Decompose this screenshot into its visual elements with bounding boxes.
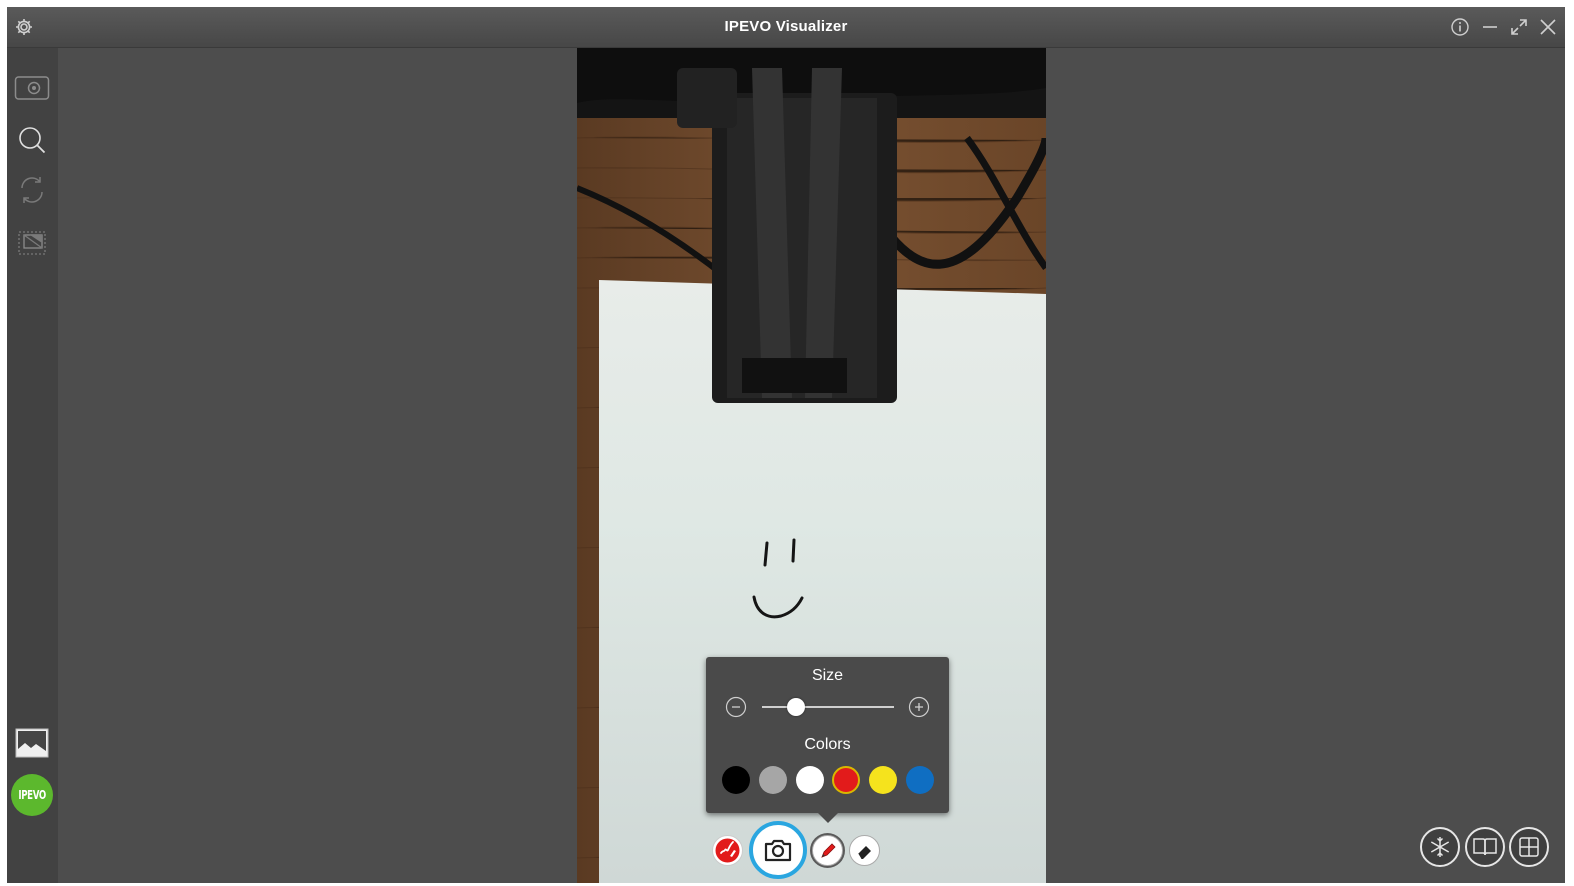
info-icon[interactable] [1448,15,1472,39]
annotation-mode-icon[interactable] [712,835,743,866]
gallery-image-icon[interactable] [14,725,50,761]
color-swatch-white[interactable] [795,766,824,794]
ipevo-logo-text: IPEVO [18,788,46,802]
pen-tool-button[interactable] [812,835,843,866]
zoom-magnifier-icon[interactable] [14,122,50,158]
capture-camera-button[interactable] [749,821,807,879]
color-swatch-gray[interactable] [758,766,787,794]
book-mode-button[interactable] [1465,827,1505,867]
size-slider-track [762,706,894,708]
color-swatch-black[interactable] [722,766,750,794]
minimize-icon[interactable] [1478,15,1502,39]
eraser-icon [857,845,871,859]
camera-source-icon[interactable] [14,70,50,106]
eraser-tool-button[interactable] [849,835,880,866]
app-window: IPEVO Visualizer IPEVO Size Colors [7,7,1565,883]
color-swatch-blue[interactable] [906,766,934,794]
size-slider-thumb[interactable] [787,698,805,716]
open-book-icon [1473,838,1497,856]
camera-icon [764,839,792,862]
size-decrease-icon[interactable] [725,696,747,718]
color-swatch-red[interactable] [832,766,861,794]
sidebar: IPEVO [7,48,58,883]
size-increase-icon[interactable] [908,696,930,718]
size-heading: Size [811,667,844,684]
pen-icon [820,842,836,858]
color-swatch-yellow[interactable] [869,766,898,794]
rotate-icon[interactable] [14,172,50,208]
ipevo-logo[interactable]: IPEVO [11,774,53,816]
split-view-button[interactable] [1509,827,1549,867]
window-title: IPEVO Visualizer [724,18,848,35]
close-icon[interactable] [1536,15,1560,39]
size-slider[interactable] [762,696,894,718]
title-bar: IPEVO Visualizer [7,7,1565,48]
maximize-icon[interactable] [1507,15,1531,39]
colors-heading: Colors [804,736,851,753]
freeze-snowflake-button[interactable] [1420,827,1460,867]
popup-pointer [818,813,838,823]
crop-mirror-icon[interactable] [14,225,50,261]
pen-settings-popup: Size Colors [706,657,949,813]
grid-icon [1519,837,1539,857]
snowflake-icon [1430,837,1450,857]
